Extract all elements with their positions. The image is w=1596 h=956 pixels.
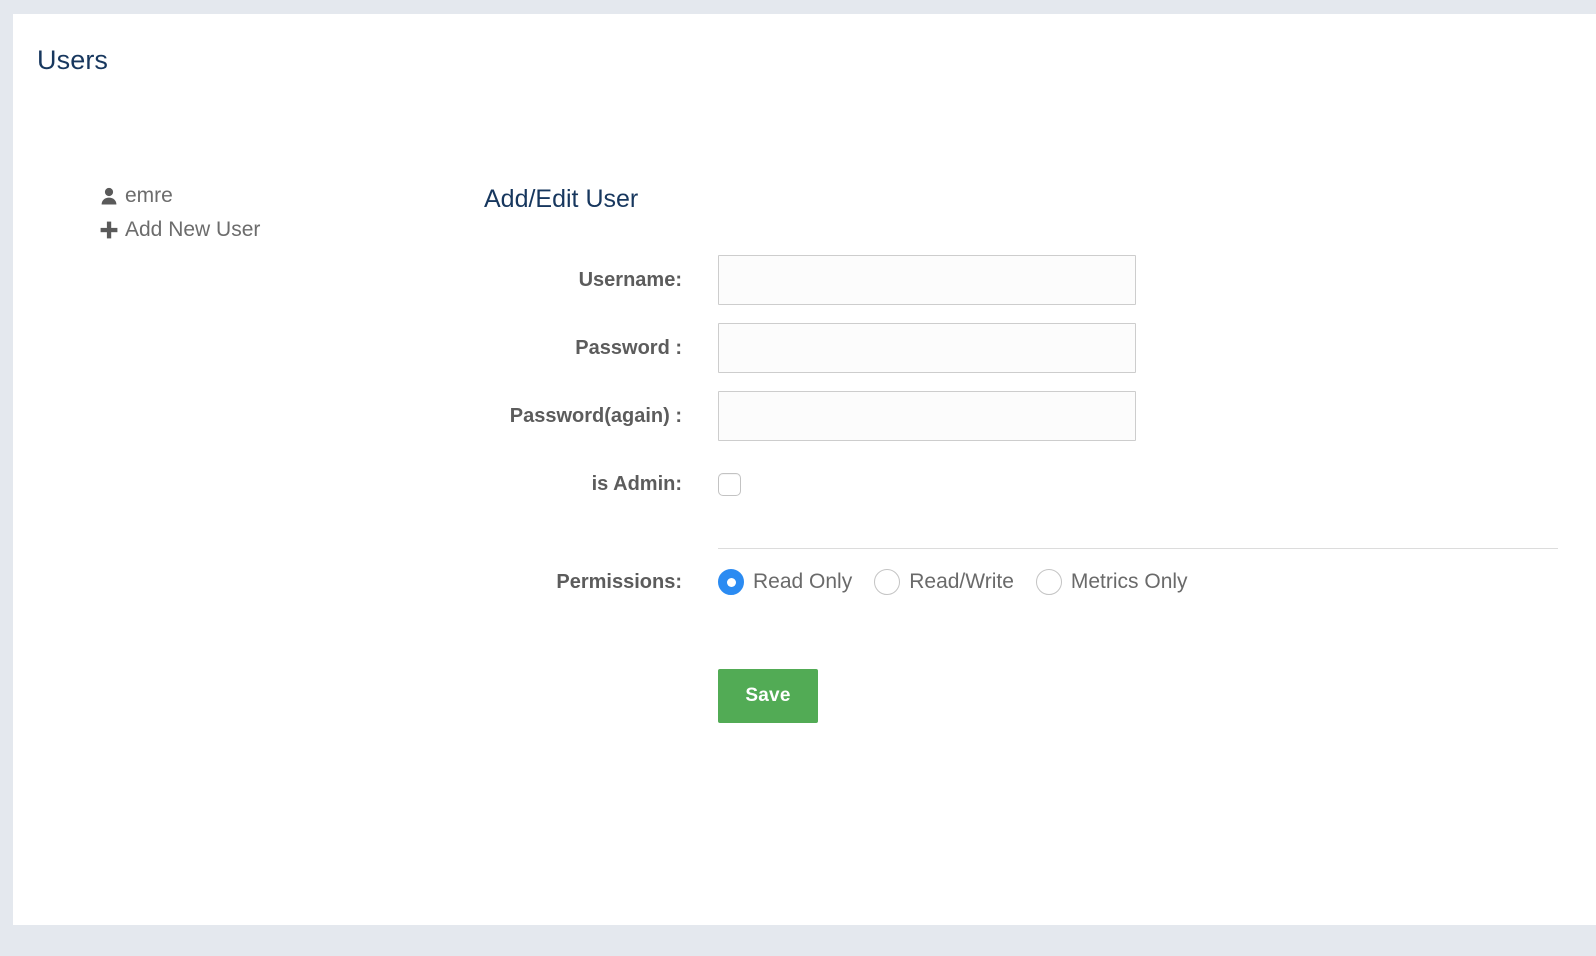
radio-icon-read-write bbox=[874, 569, 901, 595]
permissions-radio-group: Read Only Read/Write Metrics Only bbox=[718, 569, 1188, 595]
form-row-save: Save bbox=[468, 662, 1558, 730]
permission-option-read-only[interactable]: Read Only bbox=[718, 569, 852, 595]
is-admin-label: is Admin: bbox=[591, 472, 682, 495]
user-icon bbox=[98, 185, 120, 207]
radio-icon-read-only bbox=[718, 569, 744, 595]
form-divider bbox=[718, 548, 1558, 549]
permission-option-metrics-only[interactable]: Metrics Only bbox=[1035, 569, 1188, 595]
username-label: Username: bbox=[578, 268, 682, 291]
form-row-password-again: Password(again) : bbox=[468, 382, 1558, 450]
content-panel: Users emre Add New User Add/Edit User Us… bbox=[13, 14, 1596, 925]
permissions-control: Read Only Read/Write Metrics Only bbox=[718, 569, 1558, 595]
password-label: Password : bbox=[575, 336, 682, 359]
password-input[interactable] bbox=[718, 323, 1136, 373]
save-button[interactable]: Save bbox=[718, 669, 818, 723]
permissions-label: Permissions: bbox=[556, 570, 682, 593]
add-new-user-item[interactable]: Add New User bbox=[98, 213, 418, 247]
password-again-input[interactable] bbox=[718, 391, 1136, 441]
username-input[interactable] bbox=[718, 255, 1136, 305]
is-admin-checkbox[interactable] bbox=[718, 472, 741, 496]
permission-option-label: Metrics Only bbox=[1070, 570, 1188, 593]
form-row-permissions: Permissions: Read Only Read/Write Metric… bbox=[468, 548, 1558, 616]
is-admin-control bbox=[718, 472, 1558, 496]
form-row-password: Password : bbox=[468, 314, 1558, 382]
radio-icon-metrics-only bbox=[1035, 569, 1062, 595]
plus-icon bbox=[98, 219, 120, 241]
form-row-is-admin: is Admin: bbox=[468, 450, 1558, 518]
add-new-user-label: Add New User bbox=[125, 218, 261, 241]
password-control bbox=[718, 323, 1558, 373]
password-again-label: Password(again) : bbox=[509, 404, 682, 427]
form-row-username: Username: bbox=[468, 246, 1558, 314]
form-rows: Username: Password : Password(again) : i… bbox=[468, 246, 1558, 730]
permission-option-label: Read Only bbox=[753, 570, 853, 593]
permission-option-read-write[interactable]: Read/Write bbox=[874, 569, 1014, 595]
username-control bbox=[718, 255, 1558, 305]
form-title: Add/Edit User bbox=[484, 185, 639, 213]
user-list-item-emre[interactable]: emre bbox=[98, 179, 418, 213]
permission-option-label: Read/Write bbox=[909, 570, 1014, 593]
password-again-control bbox=[718, 391, 1558, 441]
user-list: emre Add New User bbox=[98, 179, 418, 247]
user-list-item-label: emre bbox=[125, 184, 173, 207]
page-title: Users bbox=[37, 45, 109, 75]
save-control: Save bbox=[718, 669, 1558, 723]
